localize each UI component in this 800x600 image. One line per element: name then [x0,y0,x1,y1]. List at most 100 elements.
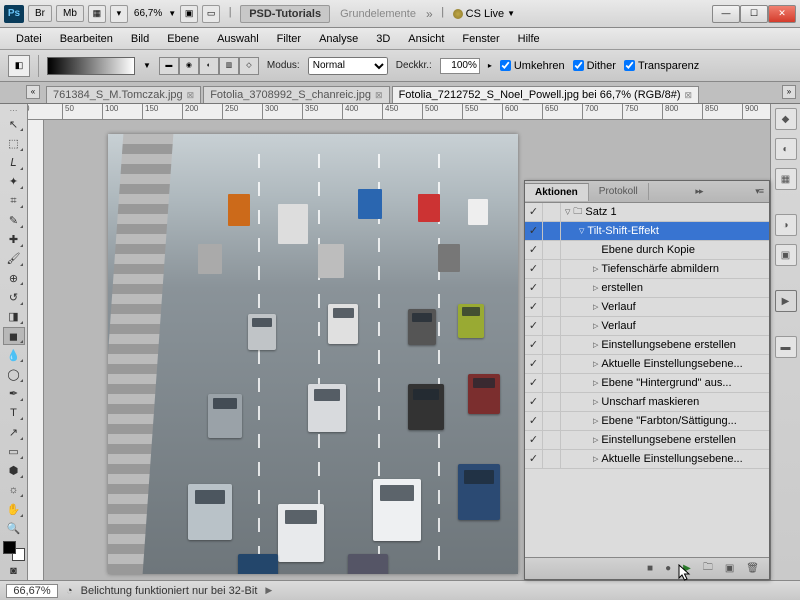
action-toggle-checkbox[interactable]: ✓ [525,355,543,373]
action-dialog-toggle[interactable] [543,431,561,449]
action-row[interactable]: ✓▷Verlauf [525,298,769,317]
document-tab[interactable]: 761384_S_M.Tomczak.jpg⊠ [46,86,201,103]
disclosure-icon[interactable]: ▷ [593,379,598,387]
menu-fenster[interactable]: Fenster [454,31,507,47]
tab-close-icon[interactable]: ⊠ [684,90,692,101]
menu-bearbeiten[interactable]: Bearbeiten [52,31,121,47]
action-row[interactable]: ✓▷Tiefenschärfe abmildern [525,260,769,279]
bridge-button[interactable]: Br [28,5,52,22]
document-tab[interactable]: Fotolia_7212752_S_Noel_Powell.jpg bei 66… [392,86,699,103]
menu-bild[interactable]: Bild [123,31,157,47]
panel-collapse-icon[interactable]: ▸▸ [689,186,708,197]
tabs-scroll-right-icon[interactable]: » [782,85,796,99]
healing-tool[interactable]: ✚ [3,231,25,249]
action-row[interactable]: ✓▷Einstellungsebene erstellen [525,431,769,450]
action-row[interactable]: ✓▷Unscharf maskieren [525,393,769,412]
status-zoom-field[interactable]: 66,67% [6,584,58,598]
gradient-tool[interactable]: ◼ [3,327,25,345]
masks-panel-icon[interactable]: ▣ [775,244,797,266]
action-toggle-checkbox[interactable]: ✓ [525,393,543,411]
disclosure-icon[interactable]: ▷ [593,360,598,368]
action-row[interactable]: ✓▷Einstellungsebene erstellen [525,336,769,355]
move-tool[interactable]: ↖ [3,115,25,133]
disclosure-icon[interactable]: ▽ [579,227,584,235]
action-toggle-checkbox[interactable]: ✓ [525,222,543,240]
marquee-tool[interactable]: ⬚ [3,134,25,152]
action-toggle-checkbox[interactable]: ✓ [525,203,543,221]
action-dialog-toggle[interactable] [543,222,561,240]
action-toggle-checkbox[interactable]: ✓ [525,260,543,278]
cs-live-button[interactable]: CS Live▼ [453,8,515,20]
gradient-linear-icon[interactable]: ▬ [159,57,179,75]
workspace-inactive[interactable]: Grundelemente [334,8,422,20]
action-row[interactable]: ✓▽🗀Satz 1 [525,203,769,222]
workspace-active[interactable]: PSD-Tutorials [240,5,330,23]
stop-action-icon[interactable]: ■ [647,563,653,574]
tab-close-icon[interactable]: ⊠ [375,90,383,101]
menu-hilfe[interactable]: Hilfe [510,31,548,47]
disclosure-icon[interactable]: ▷ [593,455,598,463]
zoom-level[interactable]: 66,7% [132,7,164,20]
action-row[interactable]: ✓▷Ebene durch Kopie [525,241,769,260]
arrange-docs-icon[interactable]: ▣ [180,5,198,23]
action-toggle-checkbox[interactable]: ✓ [525,336,543,354]
menu-analyse[interactable]: Analyse [311,31,366,47]
disclosure-icon[interactable]: ▷ [593,265,598,273]
quick-mask-icon[interactable]: ◙ [3,562,25,580]
shape-tool[interactable]: ▭ [3,443,25,461]
action-dialog-toggle[interactable] [543,317,561,335]
disclosure-icon[interactable]: ▷ [593,417,598,425]
maximize-button[interactable]: ☐ [740,5,768,23]
menu-ebene[interactable]: Ebene [159,31,207,47]
color-swatches[interactable] [3,541,25,561]
stamp-tool[interactable]: ⊕ [3,269,25,287]
action-row[interactable]: ✓▷Verlauf [525,317,769,336]
gradient-preview[interactable] [47,57,135,75]
crop-tool[interactable]: ⌗ [3,192,25,210]
action-row[interactable]: ✓▽Tilt-Shift-Effekt [525,222,769,241]
swatches-panel-icon[interactable]: ◐ [775,138,797,160]
gradient-diamond-icon[interactable]: ◇ [239,57,259,75]
mode-dropdown[interactable]: Normal [308,57,388,75]
color-panel-icon[interactable]: ◆ [775,108,797,130]
action-toggle-checkbox[interactable]: ✓ [525,450,543,468]
3d-camera-tool[interactable]: ☼ [3,481,25,499]
dodge-tool[interactable]: ◯ [3,365,25,383]
disclosure-icon[interactable]: ▷ [593,436,598,444]
action-dialog-toggle[interactable] [543,412,561,430]
disclosure-icon[interactable]: ▷ [593,303,598,311]
action-row[interactable]: ✓▷Ebene "Farbton/Sättigung... [525,412,769,431]
dither-checkbox[interactable]: Dither [573,60,616,72]
gradient-angle-icon[interactable]: ◐ [199,57,219,75]
action-dialog-toggle[interactable] [543,393,561,411]
disclosure-icon[interactable]: ▽ [565,208,570,216]
new-set-icon[interactable]: 🗀 [703,560,713,577]
action-dialog-toggle[interactable] [543,279,561,297]
path-tool[interactable]: ↗ [3,423,25,441]
type-tool[interactable]: T [3,404,25,422]
action-toggle-checkbox[interactable]: ✓ [525,279,543,297]
action-dialog-toggle[interactable] [543,374,561,392]
transparency-checkbox[interactable]: Transparenz [624,60,699,72]
menu-3d[interactable]: 3D [368,31,398,47]
disclosure-icon[interactable]: ▷ [593,284,598,292]
menu-auswahl[interactable]: Auswahl [209,31,267,47]
new-action-icon[interactable]: ▣ [725,563,734,574]
action-toggle-checkbox[interactable]: ✓ [525,412,543,430]
screen-mode-icon[interactable]: ▭ [202,5,220,23]
brush-tool[interactable]: 🖌 [3,250,25,268]
action-dialog-toggle[interactable] [543,260,561,278]
disclosure-icon[interactable]: ▷ [593,341,598,349]
lasso-tool[interactable]: 𝘓 [3,154,25,172]
opacity-field[interactable] [440,58,480,74]
view-extras-dd-icon[interactable]: ▾ [110,5,128,23]
tabs-scroll-left-icon[interactable]: « [26,85,40,99]
document-canvas[interactable] [108,134,518,574]
blur-tool[interactable]: 💧 [3,346,25,364]
tab-protokoll[interactable]: Protokoll [589,183,649,200]
eraser-tool[interactable]: ◨ [3,308,25,326]
disclosure-icon[interactable]: ▷ [593,398,598,406]
actions-list[interactable]: ✓▽🗀Satz 1✓▽Tilt-Shift-Effekt✓▷Ebene durc… [525,203,769,557]
action-toggle-checkbox[interactable]: ✓ [525,241,543,259]
eyedropper-tool[interactable]: ✎ [3,211,25,229]
